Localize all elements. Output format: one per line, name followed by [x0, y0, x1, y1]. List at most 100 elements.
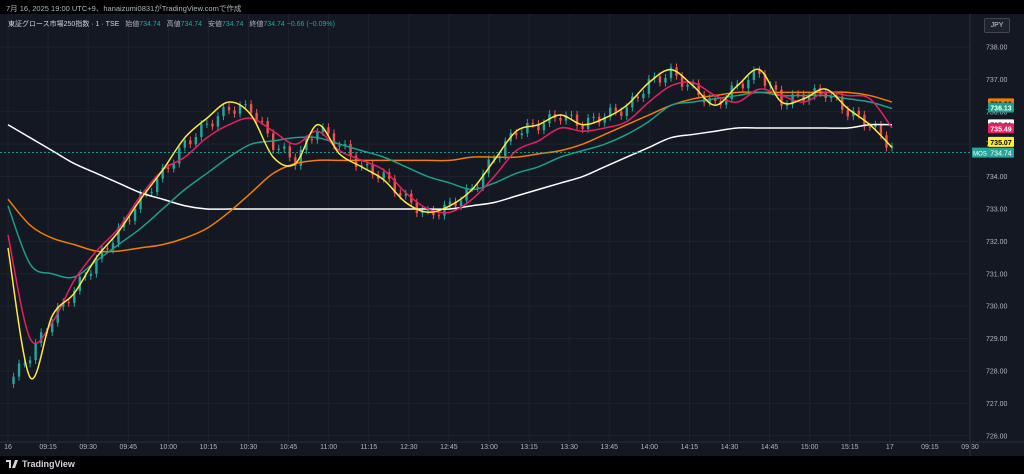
- last-price-symbol: MOS: [973, 152, 987, 158]
- candle-body: [233, 110, 236, 114]
- candle-body: [752, 70, 756, 80]
- tradingview-logo-text: TradingView: [22, 459, 75, 469]
- candle-body: [399, 192, 402, 196]
- x-tick-label: 14:15: [681, 444, 699, 451]
- candle-body: [222, 106, 225, 117]
- x-tick-label: 14:30: [721, 444, 739, 451]
- candle-body: [133, 209, 137, 221]
- candle-body: [283, 146, 286, 149]
- tradingview-logo-icon: [6, 460, 18, 468]
- candle-body: [642, 93, 645, 99]
- candle-body: [194, 136, 198, 145]
- candle-body: [244, 104, 247, 106]
- legend-high: 734.74: [180, 21, 203, 28]
- candle-body: [316, 131, 319, 140]
- x-tick-label: 12:45: [440, 444, 458, 451]
- x-tick-label: 16: [4, 444, 12, 451]
- x-tick-label: 11:00: [320, 444, 337, 451]
- currency-button[interactable]: JPY: [984, 18, 1010, 33]
- y-tick-label: 729.00: [986, 336, 1008, 343]
- candle-body: [189, 140, 192, 145]
- candle-body: [28, 360, 32, 364]
- y-tick-label: 733.00: [986, 206, 1008, 213]
- candle-body: [437, 215, 441, 217]
- legend-symbol: 東証グロース市場250指数 · 1 · TSE: [8, 21, 120, 28]
- x-tick-label: 14:00: [641, 444, 659, 451]
- legend-open: 734.74: [139, 21, 161, 28]
- candle-body: [277, 148, 280, 150]
- x-tick-label: 17: [886, 444, 894, 451]
- candle-body: [520, 133, 524, 136]
- x-tick-label: 10:45: [280, 444, 298, 451]
- y-tick-label: 734.00: [986, 174, 1008, 181]
- tradingview-logo[interactable]: TradingView: [6, 459, 75, 469]
- candle-body: [531, 122, 535, 124]
- x-tick-label: 09:15: [39, 444, 57, 451]
- x-tick-label: 15:00: [801, 444, 819, 451]
- candle-body: [747, 79, 750, 89]
- candle-body: [260, 120, 264, 122]
- x-tick-label: 15:15: [841, 444, 859, 451]
- candle-body: [570, 114, 573, 116]
- candle-body: [227, 106, 231, 111]
- candle-body: [868, 126, 872, 128]
- price-label: 736.13: [990, 106, 1012, 113]
- x-tick-label: 09:30: [79, 444, 97, 451]
- chart-panel[interactable]: 738.00737.00736.00735.00734.00733.00732.…: [0, 14, 1024, 456]
- candle-body: [238, 105, 242, 114]
- candle-body: [211, 123, 214, 127]
- legend-open-label: 始値: [125, 21, 140, 28]
- candle-body: [216, 116, 220, 127]
- candle-body: [526, 122, 529, 134]
- candle-body: [67, 302, 70, 304]
- price-label: 735.49: [990, 126, 1012, 133]
- candle-body: [167, 167, 170, 169]
- candle-body: [34, 342, 37, 361]
- candle-body: [620, 111, 623, 116]
- y-tick-label: 737.00: [986, 77, 1008, 84]
- candle-body: [288, 146, 291, 158]
- x-tick-label: 13:15: [520, 444, 538, 451]
- x-tick-label: 13:00: [480, 444, 498, 451]
- x-tick-label: 12:30: [400, 444, 418, 451]
- candle-body: [664, 77, 667, 83]
- x-tick-label: 09:15: [921, 444, 939, 451]
- candle-body: [592, 116, 595, 118]
- candle-body: [365, 163, 369, 166]
- legend-close-label: 終値: [249, 21, 264, 28]
- candle-body: [857, 110, 861, 115]
- candle-body: [327, 127, 330, 134]
- candle-body: [625, 107, 628, 116]
- chart-caption: 7月 16, 2025 19:00 UTC+9、hanaizumi0831がTr…: [6, 4, 242, 13]
- candle-body: [150, 192, 153, 194]
- candle-body: [581, 125, 584, 130]
- candle-body: [774, 85, 778, 90]
- candle-body: [249, 104, 253, 113]
- candle-body: [515, 132, 518, 136]
- y-tick-label: 726.00: [986, 433, 1008, 440]
- legend-low-label: 安値: [207, 21, 222, 28]
- candle-body: [415, 202, 419, 214]
- x-tick-label: 13:45: [600, 444, 618, 451]
- price-chart[interactable]: 738.00737.00736.00735.00734.00733.00732.…: [0, 14, 1024, 456]
- y-tick-label: 727.00: [986, 401, 1008, 408]
- candle-body: [846, 109, 849, 117]
- candle-body: [183, 140, 186, 148]
- y-tick-label: 732.00: [986, 239, 1008, 246]
- candle-body: [106, 248, 109, 250]
- candle-body: [89, 273, 93, 277]
- candle-body: [12, 376, 15, 384]
- candle-body: [17, 363, 21, 377]
- candle-body: [205, 123, 209, 125]
- candle-body: [686, 84, 689, 87]
- price-label: 735.07: [990, 140, 1012, 147]
- candle-body: [155, 178, 159, 193]
- candle-body: [658, 76, 662, 83]
- candle-body: [349, 144, 352, 156]
- candle-body: [128, 220, 131, 222]
- plot-background: [0, 14, 1024, 456]
- candle-body: [559, 117, 562, 121]
- candle-body: [310, 139, 314, 141]
- y-tick-label: 731.00: [986, 271, 1008, 278]
- footer-bar: TradingView: [0, 456, 1024, 474]
